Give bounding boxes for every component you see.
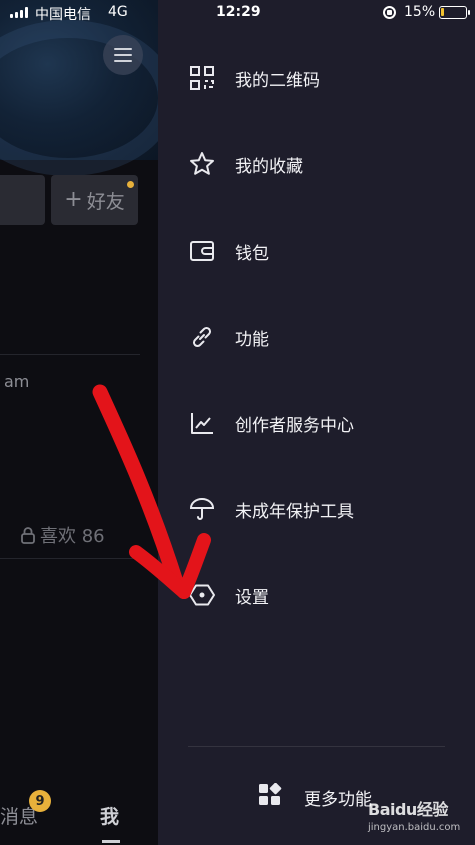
drawer-item-features[interactable]: 功能 [158,307,475,367]
drawer-item-label: 未成年保护工具 [235,501,354,522]
drawer-item-qr-code[interactable]: 我的二维码 [158,48,475,108]
carrier-name: 中国电信 [35,7,91,23]
lock-icon [21,527,35,544]
tab-me[interactable]: 我 [100,802,119,829]
edit-profile-button[interactable] [0,175,45,225]
divider [0,558,140,559]
battery-level-fill [441,8,444,16]
hamburger-menu-button[interactable] [103,35,143,75]
post-time-text: am [4,372,30,391]
more-features-label: 更多功能 [304,789,372,810]
drawer-item-label: 设置 [235,587,269,608]
drawer-item-label: 创作者服务中心 [235,415,354,436]
add-friend-label: 好友 [86,190,125,213]
drawer-item-wallet[interactable]: 钱包 [158,221,475,281]
chart-icon [188,409,216,437]
more-features-button[interactable]: 更多功能 [258,780,372,814]
drawer-item-favorites[interactable]: 我的收藏 [158,134,475,194]
tab-active-indicator [102,840,120,843]
wallet-icon [188,237,216,265]
drawer-item-label: 钱包 [235,243,269,264]
network-type: 4G [108,4,128,20]
likes-label: 喜欢 86 [40,526,105,547]
likes-tab[interactable]: 喜欢 86 [20,522,105,548]
link-icon [188,323,216,351]
battery-icon [439,6,470,19]
messages-badge: 9 [29,790,51,812]
umbrella-icon [188,495,216,523]
drawer-item-label: 功能 [235,329,269,350]
watermark-logo: Baidu经验 [368,800,448,819]
hamburger-icon [114,48,132,62]
notification-dot [127,181,134,188]
drawer-item-label: 我的二维码 [235,70,320,91]
drawer-item-label: 我的收藏 [235,156,303,177]
status-bar: 中国电信 4G 12:29 15% [0,0,475,26]
drawer-item-minor-protection[interactable]: 未成年保护工具 [158,479,475,539]
side-drawer: 我的二维码 我的收藏 钱包 功能 创作者服务中心 未成年保护工具 设置 更多功能 [158,0,475,845]
qr-code-icon [188,64,216,92]
grid-icon [258,782,282,811]
drawer-divider [188,746,445,747]
drawer-item-settings[interactable]: 设置 [158,565,475,625]
divider [0,354,140,355]
plus-icon: + [64,187,83,212]
baidu-jingyan-watermark: Baidu经验 jingyan.baidu.com [368,796,460,833]
status-time: 12:29 [216,4,261,20]
drawer-item-creator-center[interactable]: 创作者服务中心 [158,393,475,453]
add-friend-button[interactable]: + 好友 [51,175,138,225]
battery-percent: 15% [404,4,436,20]
signal-strength-icon [10,7,28,18]
orientation-lock-icon [383,6,396,19]
profile-page-background: + 好友 am 喜欢 86 消息 9 我 [0,0,158,845]
watermark-url: jingyan.baidu.com [368,822,461,833]
settings-hexagon-icon [188,581,216,609]
star-icon [188,150,216,178]
